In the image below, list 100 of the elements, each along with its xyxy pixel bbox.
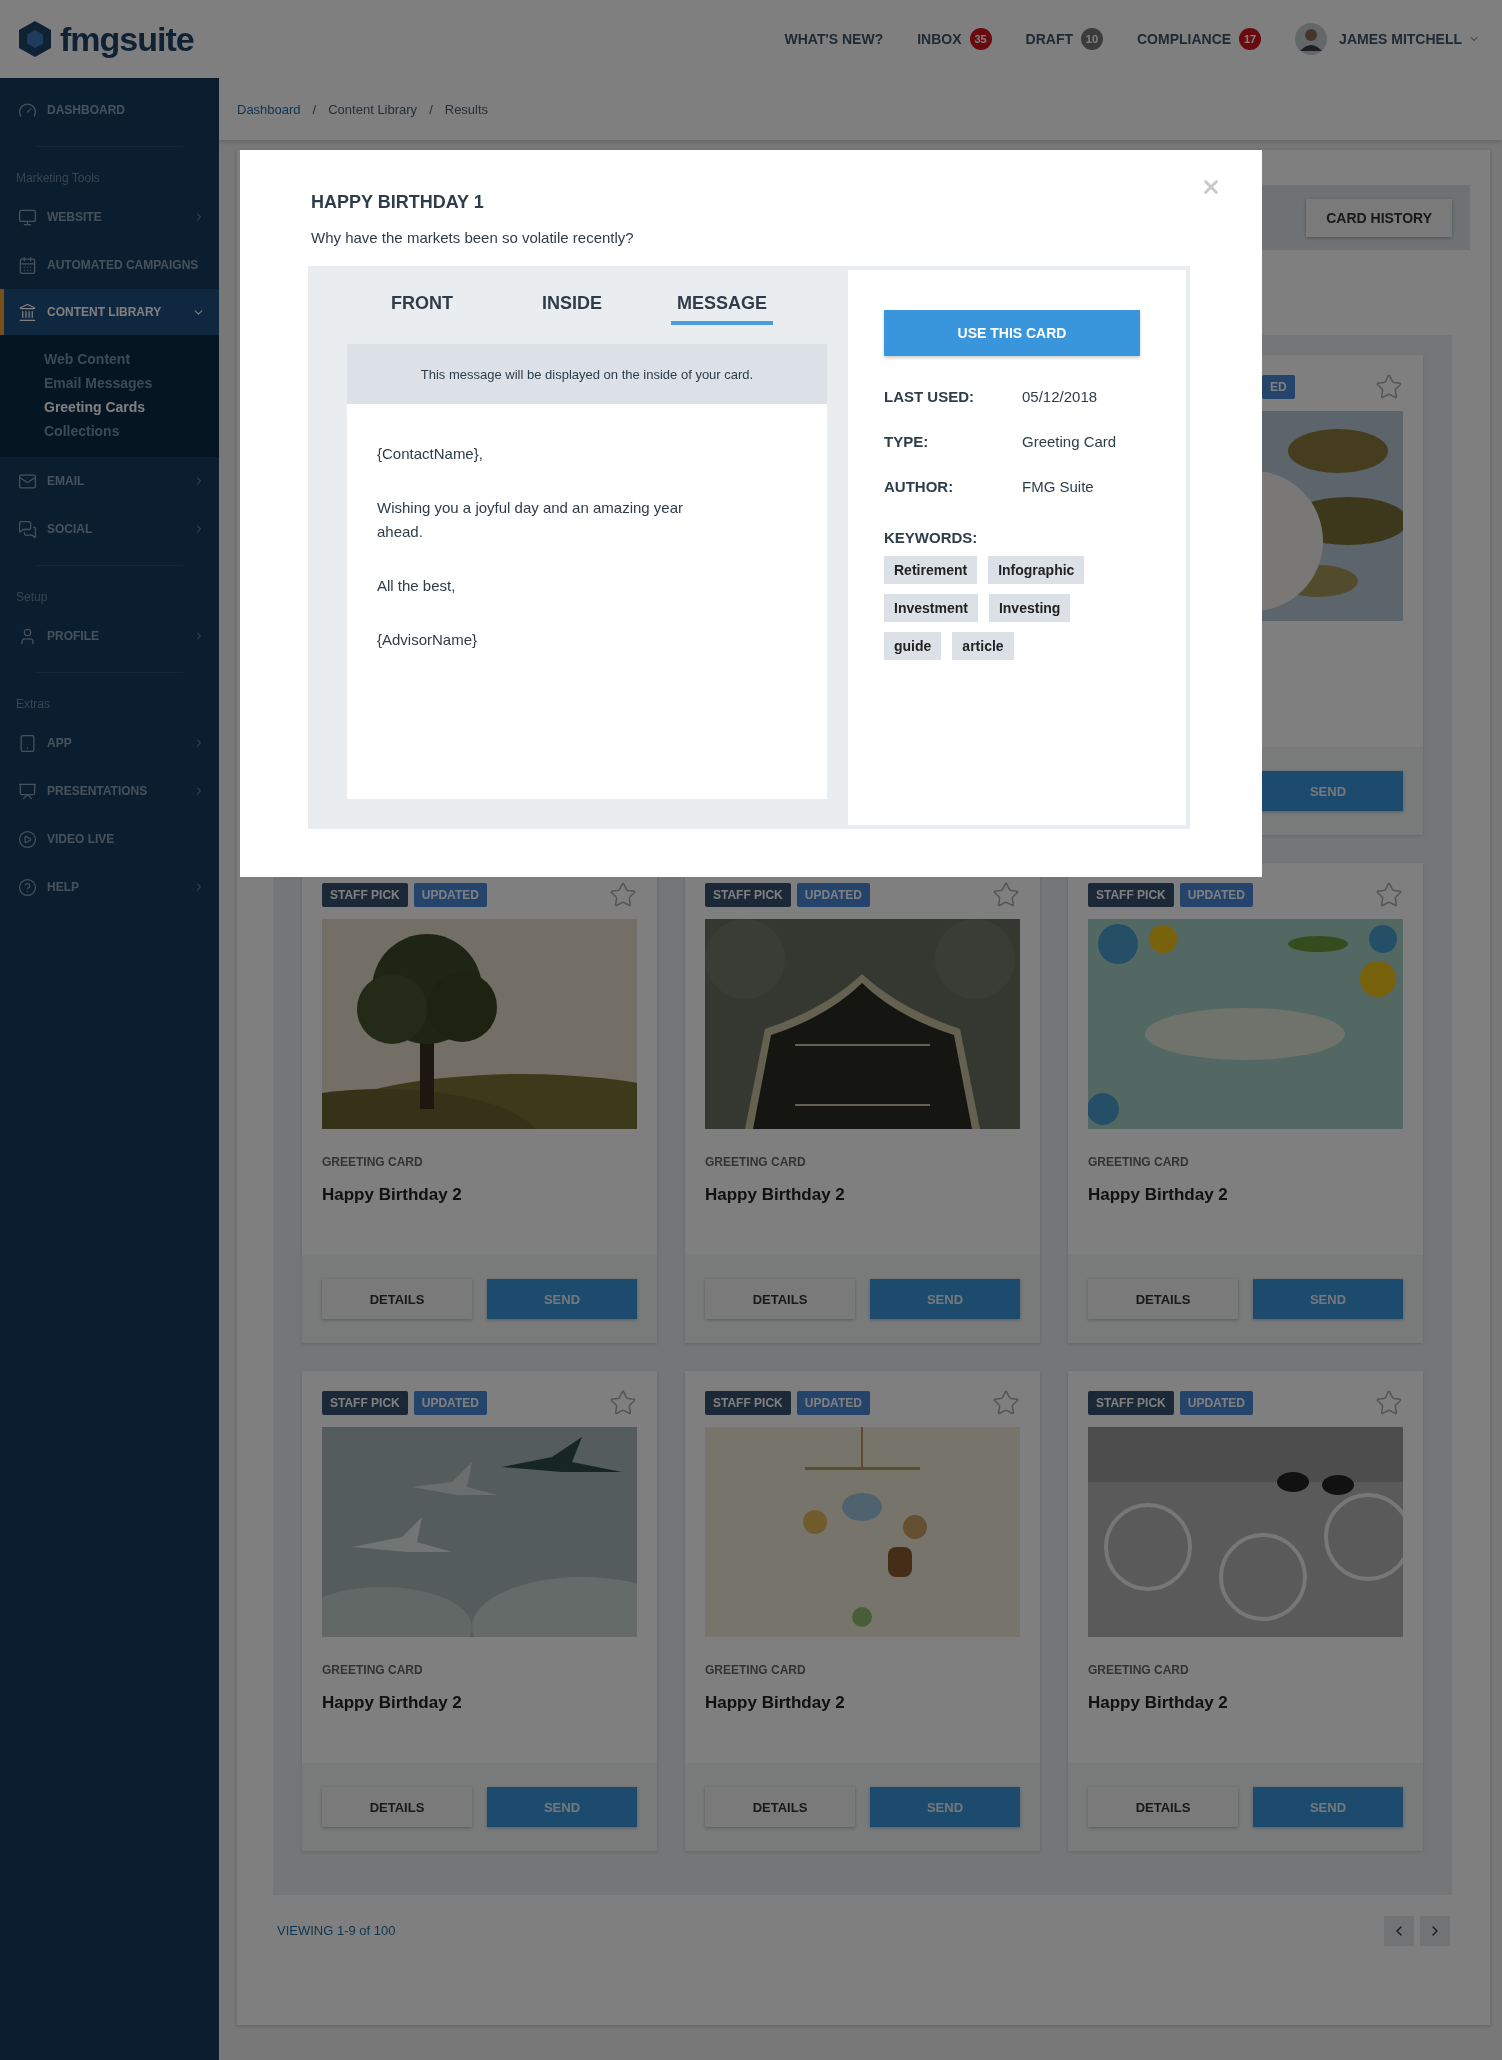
updated-tag: UPDATED	[1179, 1391, 1253, 1415]
breadcrumb-link[interactable]: Dashboard	[237, 101, 301, 117]
star-icon[interactable]	[992, 881, 1020, 909]
star-icon[interactable]	[1375, 373, 1403, 401]
updated-tag: UPDATED	[796, 1391, 870, 1415]
nav-link[interactable]: INBOX 35	[917, 28, 992, 50]
detail-value: FMG Suite	[1022, 478, 1094, 495]
pagination-info: VIEWING 1-9 of 100	[277, 1923, 396, 1938]
keyword-tag: Investing	[988, 594, 1071, 622]
breadcrumb-link[interactable]: Results	[444, 101, 489, 117]
staff-pick-tag: STAFF PICK	[1088, 1391, 1174, 1415]
staff-pick-tag: STAFF PICK	[322, 1391, 408, 1415]
card-category: GREETING CARD	[1088, 1155, 1190, 1169]
sidebar-item-icon	[18, 829, 37, 849]
sidebar-item[interactable]: AUTOMATED CAMPAIGNS	[0, 241, 219, 289]
count-badge: 17	[1239, 28, 1262, 50]
sidebar-item[interactable]: HELP	[0, 863, 219, 911]
detail-value: 05/12/2018	[1022, 388, 1098, 405]
submenu-item[interactable]: Greeting Cards	[0, 395, 219, 419]
sidebar-item-icon	[18, 733, 37, 753]
details-button[interactable]: DETAILS	[1088, 1279, 1238, 1319]
message-text: All the best,	[377, 576, 457, 596]
send-button[interactable]: SEND	[487, 1787, 637, 1827]
message-notice: This message will be displayed on the inside of your card.	[347, 344, 827, 404]
nav-link[interactable]: COMPLIANCE 17	[1137, 28, 1262, 50]
sidebar-item[interactable]: SOCIAL	[0, 505, 219, 553]
send-button[interactable]: SEND	[487, 1279, 637, 1319]
star-icon[interactable]	[992, 1389, 1020, 1417]
star-icon[interactable]	[1375, 1389, 1403, 1417]
details-button[interactable]: DETAILS	[705, 1279, 855, 1319]
avatar-icon	[1295, 23, 1328, 55]
card-title: Happy Birthday 2	[705, 1693, 846, 1713]
details-button[interactable]: DETAILS	[1088, 1787, 1238, 1827]
sidebar-item[interactable]: APP	[0, 719, 219, 767]
keyword-tag: Investment	[884, 594, 978, 622]
card-title: Happy Birthday 2	[1088, 1693, 1229, 1713]
card-title: Happy Birthday 2	[322, 1185, 463, 1205]
updated-tag: UPDATED	[796, 883, 870, 907]
sidebar-item[interactable]: EMAIL	[0, 457, 219, 505]
details-button[interactable]: DETAILS	[322, 1787, 472, 1827]
sidebar-item[interactable]: CONTENT LIBRARY	[0, 289, 219, 335]
card-category: GREETING CARD	[322, 1663, 424, 1677]
logo-icon	[18, 20, 52, 58]
previous-page-button[interactable]	[1384, 1915, 1414, 1946]
dialog-subtitle: Why have the markets been so volatile recently?	[310, 229, 635, 246]
keyword-tag: Infographic	[988, 556, 1085, 584]
send-button[interactable]: SEND	[870, 1279, 1020, 1319]
send-button[interactable]: SEND	[1253, 1787, 1403, 1827]
updated-tag: ED	[1262, 375, 1295, 399]
sidebar-item[interactable]: VIDEO LIVE	[0, 815, 219, 863]
detail-label: LAST USED:	[884, 388, 975, 405]
detail-value: Greeting Card	[1022, 433, 1117, 450]
breadcrumb-separator: /	[429, 101, 433, 117]
details-button[interactable]: DETAILS	[705, 1787, 855, 1827]
breadcrumb-link[interactable]: Content Library	[328, 101, 418, 117]
card-category: GREETING CARD	[705, 1155, 807, 1169]
tab[interactable]: MESSAGE	[647, 292, 797, 326]
logo-text: fmgsuite	[60, 19, 194, 59]
message-text: Wishing you a joyful day and an amazing year ahead.	[377, 498, 684, 542]
send-button[interactable]: SEND	[1253, 1279, 1403, 1319]
message-text: {ContactName},	[377, 444, 484, 464]
star-icon[interactable]	[609, 881, 637, 909]
tab[interactable]: FRONT	[347, 292, 497, 326]
tab[interactable]: INSIDE	[497, 292, 647, 326]
updated-tag: UPDATED	[413, 1391, 487, 1415]
count-badge: 35	[969, 28, 992, 50]
next-page-button[interactable]	[1420, 1915, 1450, 1946]
sidebar-item[interactable]: PRESENTATIONS	[0, 767, 219, 815]
sidebar-item-icon	[18, 302, 37, 322]
sidebar-item-icon	[18, 255, 37, 275]
keyword-tag: Retirement	[884, 556, 978, 584]
staff-pick-tag: STAFF PICK	[705, 883, 791, 907]
card-title: Happy Birthday 2	[1088, 1185, 1229, 1205]
card-category: GREETING CARD	[1088, 1663, 1190, 1677]
sidebar-item-icon	[18, 781, 37, 801]
sidebar-item[interactable]: WEBSITE	[0, 193, 219, 241]
use-card-button[interactable]: USE THIS CARD	[884, 310, 1140, 356]
user-menu[interactable]: JAMES MITCHELL	[1339, 31, 1480, 47]
nav-link[interactable]: WHAT'S NEW?	[784, 31, 884, 47]
details-button[interactable]: DETAILS	[322, 1279, 472, 1319]
card-title: Happy Birthday 2	[322, 1693, 463, 1713]
staff-pick-tag: STAFF PICK	[322, 883, 408, 907]
star-icon[interactable]	[1375, 881, 1403, 909]
keywords-label: KEYWORDS:	[884, 529, 979, 546]
card-title: Happy Birthday 2	[705, 1185, 846, 1205]
staff-pick-tag: STAFF PICK	[705, 1391, 791, 1415]
sidebar-item-icon	[18, 877, 37, 897]
message-text: {AdvisorName}	[377, 630, 479, 650]
sidebar-item-icon	[18, 207, 37, 227]
sidebar-item[interactable]: DASHBOARD	[0, 86, 219, 134]
updated-tag: UPDATED	[1179, 883, 1253, 907]
updated-tag: UPDATED	[413, 883, 487, 907]
card-category: GREETING CARD	[322, 1155, 424, 1169]
star-icon[interactable]	[609, 1389, 637, 1417]
send-button[interactable]: SEND	[870, 1787, 1020, 1827]
dialog-title: HAPPY BIRTHDAY 1	[310, 192, 485, 213]
detail-label: TYPE:	[884, 433, 930, 450]
nav-link[interactable]: DRAFT 10	[1025, 28, 1103, 50]
sidebar-item[interactable]: PROFILE	[0, 612, 219, 660]
card-history-button[interactable]: CARD HISTORY	[1306, 198, 1452, 237]
